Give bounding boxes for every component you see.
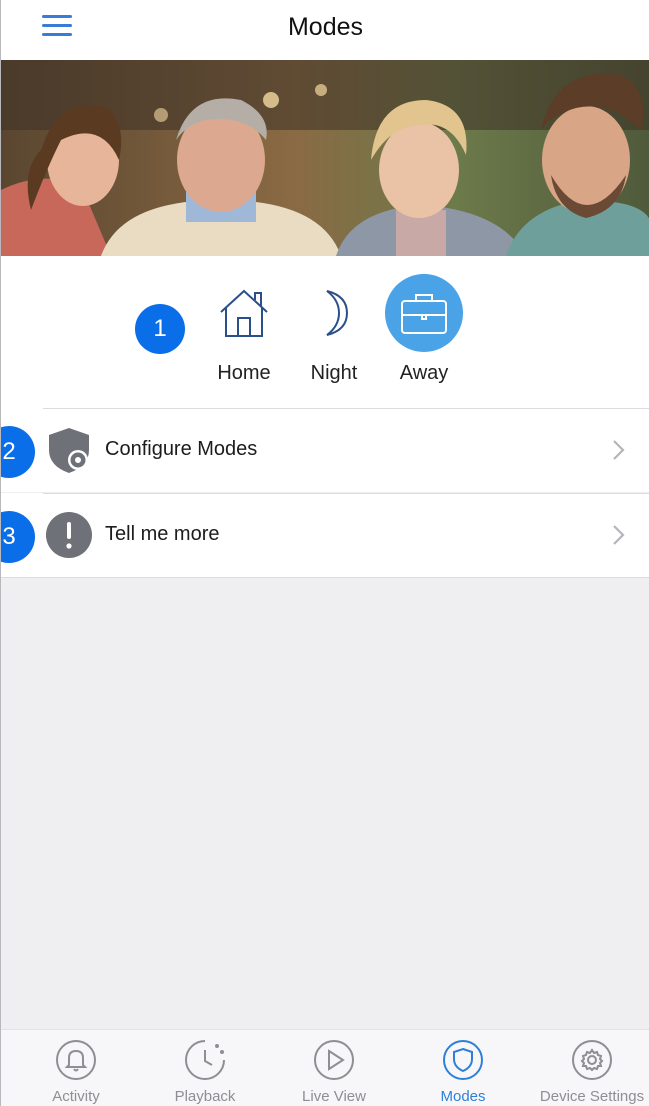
hero-family-photo: [1, 60, 649, 256]
shield-gear-icon: [45, 426, 93, 474]
row-divider: [43, 408, 649, 409]
tab-activity-label: Activity: [52, 1088, 100, 1105]
row-divider: [43, 493, 649, 494]
bottom-tab-bar: Activity Playback Live View Modes Device…: [1, 1029, 649, 1106]
tab-modes-label: Modes: [440, 1088, 486, 1105]
callout-badge-1: 1: [135, 304, 185, 354]
shield-icon: [443, 1040, 483, 1080]
tab-playback-label: Playback: [174, 1088, 236, 1105]
tab-device-settings[interactable]: Device Settings: [527, 1038, 649, 1105]
play-icon: [314, 1040, 354, 1080]
tab-live-view-label: Live View: [302, 1088, 366, 1105]
callout-badge-2: 2: [1, 426, 35, 478]
tab-activity[interactable]: Activity: [11, 1038, 141, 1105]
tab-playback[interactable]: Playback: [140, 1038, 270, 1105]
tab-device-settings-label: Device Settings: [539, 1088, 645, 1105]
clock-icon: [185, 1040, 225, 1080]
callout-badge-3: 3: [1, 511, 35, 563]
gear-icon: [572, 1040, 612, 1080]
bell-icon: [56, 1040, 96, 1080]
app-screen: Modes 1 Home Night Away 2 Configure Mode…: [0, 0, 649, 1106]
mode-home-label: Home: [217, 362, 271, 384]
mode-away-label: Away: [399, 362, 449, 384]
top-bar: Modes: [1, 0, 649, 60]
list-bottom-divider: [1, 577, 649, 578]
crescent-moon-icon: [295, 274, 373, 352]
page-title: Modes: [287, 13, 364, 41]
tab-modes[interactable]: Modes: [398, 1038, 528, 1105]
mode-home-button[interactable]: Home: [199, 274, 289, 385]
house-icon: [205, 274, 283, 352]
exclamation-icon: [45, 511, 93, 559]
configure-modes-label: Configure Modes: [105, 438, 258, 460]
tell-me-more-row[interactable]: 3 Tell me more: [1, 493, 649, 577]
mode-selector: 1 Home Night Away: [1, 256, 649, 408]
tell-me-more-label: Tell me more: [105, 523, 220, 545]
tab-live-view[interactable]: Live View: [269, 1038, 399, 1105]
mode-night-button[interactable]: Night: [289, 274, 379, 385]
chevron-right-icon: [613, 440, 625, 460]
briefcase-icon: [385, 274, 463, 352]
chevron-right-icon: [613, 525, 625, 545]
mode-away-button[interactable]: Away: [379, 274, 469, 385]
mode-night-label: Night: [310, 362, 358, 384]
configure-modes-row[interactable]: 2 Configure Modes: [1, 408, 649, 492]
